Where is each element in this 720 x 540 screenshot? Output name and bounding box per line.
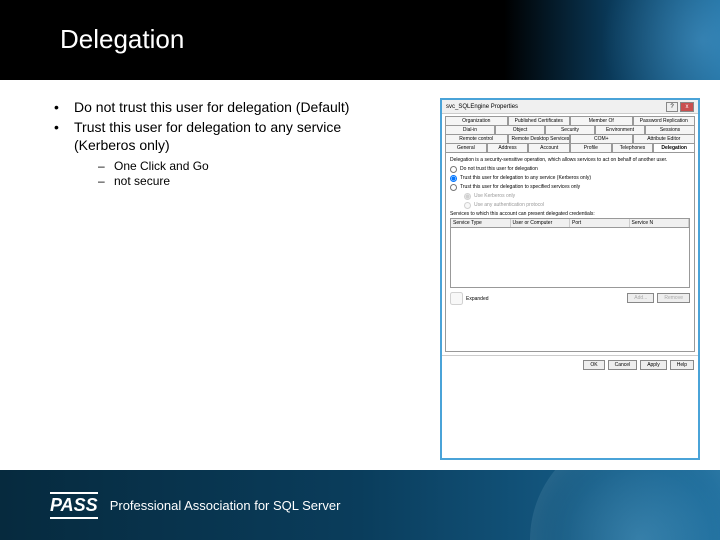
radio-label: Trust this user for delegation to specif… <box>460 184 580 190</box>
logo-mark: PASS <box>50 492 98 519</box>
tab-object[interactable]: Object <box>495 125 545 134</box>
services-label: Services to which this account can prese… <box>450 211 690 217</box>
logo-text: Professional Association for SQL Server <box>110 498 341 513</box>
tab-member-of[interactable]: Member Of <box>570 116 633 125</box>
tab-delegation[interactable]: Delegation <box>653 143 695 152</box>
bullet-list: Do not trust this user for delegation (D… <box>50 98 390 190</box>
radio-sub-anyauth[interactable]: Use any authentication protocol <box>464 202 690 209</box>
radio-option-trust-any[interactable]: Trust this user for delegation to any se… <box>450 175 690 182</box>
services-table-header: Service Type User or Computer Port Servi… <box>451 219 689 228</box>
radio-input[interactable] <box>450 175 457 182</box>
tab-published-certs[interactable]: Published Certificates <box>508 116 571 125</box>
radio-input[interactable] <box>450 184 457 191</box>
radio-label: Trust this user for delegation to any se… <box>460 175 591 181</box>
col-service-name[interactable]: Service N <box>630 219 690 227</box>
radio-option-no-trust[interactable]: Do not trust this user for delegation <box>450 166 690 173</box>
checkbox-input[interactable] <box>450 292 463 305</box>
tab-content: Delegation is a security-sensitive opera… <box>445 152 695 352</box>
tab-sessions[interactable]: Sessions <box>645 125 695 134</box>
bullet-text: Trust this user for delegation to any se… <box>74 119 341 153</box>
radio-option-trust-specified[interactable]: Trust this user for delegation to specif… <box>450 184 690 191</box>
tab-com-plus[interactable]: COM+ <box>570 134 633 143</box>
tab-container: Organization Published Certificates Memb… <box>442 114 698 152</box>
dialog-title: svc_SQLEngine Properties <box>446 104 518 110</box>
dialog-footer: OK Cancel Apply Help <box>442 355 698 374</box>
content-right: svc_SQLEngine Properties ? x Organizatio… <box>390 98 700 460</box>
dialog-titlebar: svc_SQLEngine Properties ? x <box>442 100 698 114</box>
radio-label: Use any authentication protocol <box>474 202 544 208</box>
col-port[interactable]: Port <box>570 219 630 227</box>
tab-profile[interactable]: Profile <box>570 143 612 152</box>
services-table: Service Type User or Computer Port Servi… <box>450 218 690 288</box>
help-button[interactable]: Help <box>670 360 694 370</box>
add-button[interactable]: Add... <box>627 293 654 303</box>
col-service-type[interactable]: Service Type <box>451 219 511 227</box>
tab-organization[interactable]: Organization <box>445 116 508 125</box>
slide-header: Delegation <box>0 0 720 80</box>
tab-address[interactable]: Address <box>487 143 529 152</box>
tab-security[interactable]: Security <box>545 125 595 134</box>
sub-bullet-item: One Click and Go <box>74 159 390 175</box>
ok-button[interactable]: OK <box>583 360 604 370</box>
close-button[interactable]: x <box>680 102 694 112</box>
tab-attr-editor[interactable]: Attribute Editor <box>633 134 696 143</box>
sub-options: Use Kerberos only Use any authentication… <box>464 193 690 209</box>
slide-footer: PASS Professional Association for SQL Se… <box>0 470 720 540</box>
tab-general[interactable]: General <box>445 143 487 152</box>
radio-sub-kerberos[interactable]: Use Kerberos only <box>464 193 690 200</box>
sub-bullet-list: One Click and Go not secure <box>74 159 390 190</box>
help-button[interactable]: ? <box>666 102 678 112</box>
content-left: Do not trust this user for delegation (D… <box>50 98 390 460</box>
apply-button[interactable]: Apply <box>640 360 667 370</box>
service-buttons: Add... Remove <box>627 293 690 303</box>
tab-row: Dial-in Object Security Environment Sess… <box>445 125 695 134</box>
titlebar-buttons: ? x <box>666 102 694 112</box>
tab-row: Remote control Remote Desktop Services P… <box>445 134 695 143</box>
col-user-computer[interactable]: User or Computer <box>511 219 571 227</box>
tab-environment[interactable]: Environment <box>595 125 645 134</box>
sub-bullet-item: not secure <box>74 174 390 190</box>
tab-remote-control[interactable]: Remote control <box>445 134 508 143</box>
radio-label: Do not trust this user for delegation <box>460 166 538 172</box>
slide-body: Do not trust this user for delegation (D… <box>0 80 720 460</box>
tab-account[interactable]: Account <box>528 143 570 152</box>
tab-password-repl[interactable]: Password Replication <box>633 116 696 125</box>
tab-row: General Address Account Profile Telephon… <box>445 143 695 152</box>
radio-label: Use Kerberos only <box>474 193 515 199</box>
properties-dialog: svc_SQLEngine Properties ? x Organizatio… <box>440 98 700 460</box>
remove-button[interactable]: Remove <box>657 293 690 303</box>
checkbox-label: Expanded <box>466 296 489 302</box>
bullet-item: Trust this user for delegation to any se… <box>50 118 390 190</box>
tab-telephones[interactable]: Telephones <box>612 143 654 152</box>
tab-dialin[interactable]: Dial-in <box>445 125 495 134</box>
cancel-button[interactable]: Cancel <box>608 360 638 370</box>
tab-row: Organization Published Certificates Memb… <box>445 116 695 125</box>
radio-input[interactable] <box>464 193 471 200</box>
bullet-item: Do not trust this user for delegation (D… <box>50 98 390 116</box>
slide-title: Delegation <box>60 24 720 55</box>
delegation-description: Delegation is a security-sensitive opera… <box>450 157 690 163</box>
tab-rds-profile[interactable]: Remote Desktop Services Profile <box>508 134 571 143</box>
radio-input[interactable] <box>464 202 471 209</box>
radio-input[interactable] <box>450 166 457 173</box>
expanded-checkbox[interactable]: Expanded <box>450 292 489 305</box>
pass-logo: PASS Professional Association for SQL Se… <box>50 492 340 519</box>
